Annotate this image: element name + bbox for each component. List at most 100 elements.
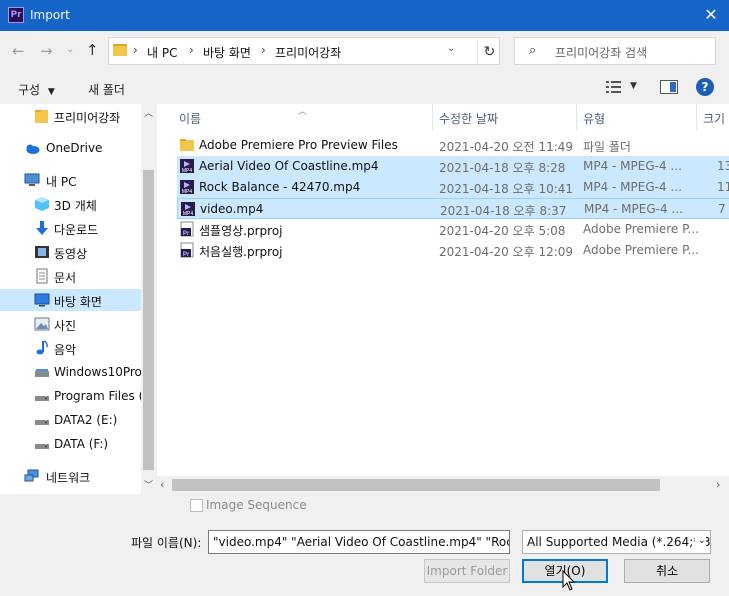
filename-label: 파일 이름(N): [131,536,202,550]
image-sequence-checkbox[interactable] [190,499,203,512]
drive-icon [35,369,49,377]
nav-item-network[interactable]: 네트워크 [0,465,141,487]
folder-icon [113,44,127,56]
nav-item-drive-c[interactable]: Windows10Pro [0,361,142,383]
nav-item-onedrive[interactable]: OneDrive [0,137,141,159]
document-icon [36,268,48,284]
chevron-down-icon[interactable]: ▼ [630,81,637,91]
organize-label: 구성 [18,83,41,97]
refresh-icon[interactable]: ↻ [477,40,501,64]
file-row-sample-project[interactable]: Pr 샘플영상.prproj 2021-04-20 오후 5:08 Adobe … [177,219,729,240]
nav-label: Windows10Pro [54,365,142,379]
search-box[interactable]: ⌕ 프리미어강좌 검색 [514,37,716,65]
mouse-cursor-icon [562,570,576,591]
column-header-size[interactable]: 크기 [703,110,725,127]
file-size: 7 [718,202,726,216]
file-name: Adobe Premiere Pro Preview Files [199,138,398,152]
prproj-icon: Pr [180,221,194,237]
nav-label: OneDrive [46,141,103,155]
nav-item-pictures[interactable]: 사진 [0,313,141,335]
horizontal-scrollbar-thumb[interactable] [172,479,660,491]
premiere-logo-icon: Pr [8,7,24,23]
chevron-right-icon[interactable]: › [133,43,138,57]
file-row-aerial-video[interactable]: MP4 Aerial Video Of Coastline.mp4 2021-0… [177,156,729,177]
file-size: 11 [717,180,729,194]
nav-item-downloads[interactable]: 다운로드 [0,217,141,239]
mp4-icon: MP4 [180,159,194,174]
file-type-filter[interactable]: All Supported Media (*.264;*.3 ⌄ [522,530,711,554]
file-date: 2021-04-20 오후 12:09 [439,245,574,259]
chevron-right-icon[interactable]: › [261,43,266,57]
prproj-icon: Pr [180,242,194,258]
file-name: 샘플영상.prproj [199,224,283,238]
desktop-icon [34,293,50,307]
search-icon: ⌕ [529,43,537,58]
back-arrow-icon[interactable]: ← [12,42,25,60]
chevron-down-icon[interactable]: ⌄ [447,43,455,54]
recent-chevron-icon[interactable]: ⌄ [66,44,74,55]
file-type: Adobe Premiere P... [583,222,699,236]
filename-input[interactable]: "video.mp4" "Aerial Video Of Coastline.m… [208,530,510,554]
column-divider[interactable] [432,104,433,130]
scroll-left-icon[interactable]: ‹ [160,478,164,491]
nav-item-drive-d[interactable]: Program Files (D [0,385,153,407]
forward-arrow-icon[interactable]: → [40,42,53,60]
scroll-up-icon[interactable]: ︿ [144,106,153,119]
file-name: Rock Balance - 42470.mp4 [199,180,361,194]
file-date: 2021-04-20 오전 11:49 [439,140,574,154]
file-row-video[interactable]: MP4 video.mp4 2021-04-18 오후 8:37 MP4 - M… [177,198,729,219]
nav-item-lecture-folder[interactable]: 프리미어강좌 [0,105,141,127]
nav-label: 사진 [54,319,77,333]
navigation-scrollbar-thumb[interactable] [143,170,154,470]
new-folder-button[interactable]: 새 폴더 [88,81,125,98]
breadcrumb-current-folder[interactable]: 프리미어강좌 [275,44,341,61]
column-divider[interactable] [576,104,577,130]
nav-item-drive-e[interactable]: DATA2 (E:) [0,409,141,431]
address-bar[interactable]: › 내 PC › 바탕 화면 › 프리미어강좌 ⌄ ↻ [108,37,500,65]
file-date: 2021-04-18 오후 10:41 [439,182,574,196]
network-icon [24,469,39,482]
breadcrumb-mypc[interactable]: 내 PC [147,44,177,61]
nav-item-documents[interactable]: 문서 [0,265,141,287]
nav-item-music[interactable]: 음악 [0,337,141,359]
column-divider[interactable] [696,104,697,130]
breadcrumb-desktop[interactable]: 바탕 화면 [203,44,251,61]
help-icon[interactable]: ? [696,78,714,96]
cloud-icon [26,144,40,154]
file-date: 2021-04-18 오후 8:37 [440,204,567,218]
file-type: MP4 - MPEG-4 ... [583,180,682,194]
column-header-type[interactable]: 유형 [583,110,605,127]
nav-label: 3D 개체 [54,199,97,213]
nav-item-mypc[interactable]: 내 PC [0,169,141,191]
navigation-pane: 프리미어강좌 OneDrive 내 PC 3D 개체 다운로드 동영상 문서 바… [0,104,156,494]
file-size: 13 [717,159,729,173]
file-row-preview-folder[interactable]: Adobe Premiere Pro Preview Files 2021-04… [177,135,729,156]
file-name: Aerial Video Of Coastline.mp4 [199,159,379,173]
nav-label: DATA2 (E:) [54,413,118,427]
nav-item-3d-objects[interactable]: 3D 개체 [0,193,141,215]
nav-item-videos[interactable]: 동영상 [0,241,141,263]
chevron-right-icon[interactable]: › [189,43,194,57]
file-row-first-run-project[interactable]: Pr 처음실행.prproj 2021-04-20 오후 12:09 Adobe… [177,240,729,261]
file-name: 처음실행.prproj [199,245,283,259]
nav-label: 내 PC [46,175,77,189]
cancel-button[interactable]: 취소 [624,559,710,583]
file-row-rock-balance[interactable]: MP4 Rock Balance - 42470.mp4 2021-04-18 … [177,177,729,198]
close-icon[interactable]: ✕ [699,4,723,26]
import-folder-button[interactable]: Import Folder [424,559,510,583]
scroll-down-icon[interactable]: ﹀ [144,478,153,491]
view-options-icon[interactable] [606,80,624,94]
up-arrow-icon[interactable]: ↑ [86,41,99,59]
folder-icon [180,139,194,151]
organize-button[interactable]: 구성 ▼ [18,81,55,98]
column-header-date[interactable]: 수정한 날짜 [439,110,498,127]
column-header-name[interactable]: 이름 [179,110,201,127]
chevron-down-icon: ▼ [47,87,55,97]
music-icon [36,340,48,355]
nav-label: 네트워크 [46,471,91,485]
nav-item-drive-f[interactable]: DATA (F:) [0,433,141,455]
preview-pane-icon[interactable] [660,80,678,94]
scroll-right-icon[interactable]: › [716,478,720,491]
chevron-down-icon: ⌄ [694,535,706,546]
nav-item-desktop[interactable]: 바탕 화면 [0,289,141,311]
